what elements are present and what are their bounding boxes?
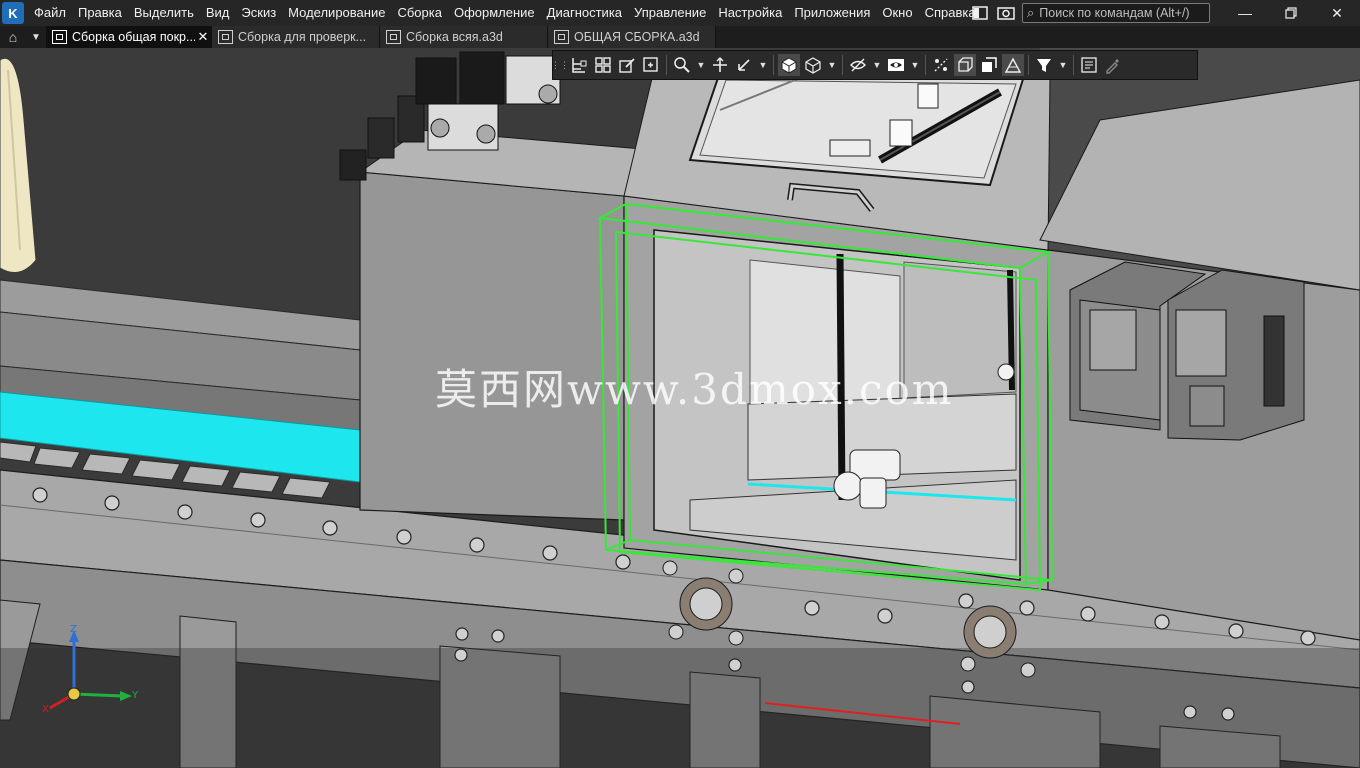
watermark-text: 莫西网www.3dmox.com bbox=[435, 365, 954, 414]
toolbar-separator bbox=[773, 55, 774, 75]
main-menu: Файл Правка Выделить Вид Эскиз Моделирование С… bbox=[28, 0, 982, 26]
search-icon: ⌕ bbox=[1027, 5, 1035, 20]
menu-item[interactable]: Выделить bbox=[128, 0, 200, 26]
home-icon[interactable]: ⌂ bbox=[0, 26, 26, 48]
assembly-file-icon bbox=[52, 30, 67, 44]
menu-item[interactable]: Файл bbox=[28, 0, 72, 26]
menu-item[interactable]: Окно bbox=[876, 0, 918, 26]
tab-document-2[interactable]: Сборка для проверк... bbox=[212, 26, 380, 48]
y-axis-label: Y bbox=[132, 690, 139, 701]
menu-item[interactable]: Сборка bbox=[391, 0, 448, 26]
section-icon[interactable] bbox=[930, 54, 952, 76]
perspective-icon[interactable] bbox=[1002, 54, 1024, 76]
tree-icon[interactable] bbox=[568, 54, 590, 76]
assembly-file-icon bbox=[554, 30, 569, 44]
wireframe-cube-icon[interactable] bbox=[802, 54, 824, 76]
toolbar-separator bbox=[842, 55, 843, 75]
eyedropper-icon[interactable] bbox=[1102, 54, 1124, 76]
rotate-dropdown-icon[interactable]: ▼ bbox=[756, 54, 770, 76]
menu-item[interactable]: Настройка bbox=[712, 0, 788, 26]
close-tab-icon[interactable]: ✕ bbox=[195, 29, 211, 45]
menu-item[interactable]: Диагностика bbox=[541, 0, 628, 26]
toolbar-separator bbox=[1073, 55, 1074, 75]
menu-item[interactable]: Оформление bbox=[448, 0, 541, 26]
menu-bar: K Файл Правка Выделить Вид Эскиз Моделировани… bbox=[0, 0, 1360, 26]
menu-item[interactable]: Правка bbox=[72, 0, 128, 26]
menu-item[interactable]: Приложения bbox=[788, 0, 876, 26]
close-window-button[interactable]: ✕ bbox=[1314, 0, 1360, 26]
edit-icon[interactable] bbox=[616, 54, 638, 76]
orientation-cube-icon[interactable] bbox=[778, 54, 800, 76]
z-axis-label: Z bbox=[70, 624, 77, 635]
filter-icon[interactable] bbox=[1033, 54, 1055, 76]
menu-item[interactable]: Управление bbox=[628, 0, 712, 26]
search-placeholder: Поиск по командам (Alt+/) bbox=[1039, 6, 1190, 20]
display-mode-dropdown-icon[interactable]: ▼ bbox=[825, 54, 839, 76]
hide-icon[interactable] bbox=[847, 54, 869, 76]
toolbar-separator bbox=[1028, 55, 1029, 75]
panel-toggle-icon[interactable] bbox=[970, 4, 990, 22]
view-toolbar: ⋮⋮ ▼ ▼ ▼ ▼ ▼ ▼ bbox=[551, 50, 1198, 80]
assembly-file-icon bbox=[218, 30, 233, 44]
app-logo-icon[interactable]: K bbox=[2, 2, 24, 24]
assembly-file-icon bbox=[386, 30, 401, 44]
toolbar-separator bbox=[666, 55, 667, 75]
tab-document-1[interactable]: Сборка общая покр... ✕ bbox=[46, 26, 212, 48]
tab-label: Сборка всяя.a3d bbox=[406, 30, 503, 44]
visibility-icon[interactable] bbox=[885, 54, 907, 76]
tab-label: Сборка общая покр... bbox=[72, 30, 195, 44]
properties-icon[interactable] bbox=[1078, 54, 1100, 76]
tab-list-dropdown-icon[interactable]: ▼ bbox=[26, 26, 46, 48]
box-view-icon[interactable] bbox=[954, 54, 976, 76]
visibility-dropdown-icon[interactable]: ▼ bbox=[908, 54, 922, 76]
screenshot-icon[interactable] bbox=[996, 4, 1016, 22]
tab-label: Сборка для проверк... bbox=[238, 30, 367, 44]
tab-bar-filler bbox=[716, 26, 1360, 48]
zoom-icon[interactable] bbox=[640, 54, 662, 76]
tab-document-3[interactable]: Сборка всяя.a3d bbox=[380, 26, 548, 48]
zoom-window-icon[interactable] bbox=[671, 54, 693, 76]
title-bar-controls: ⌕ Поиск по командам (Alt+/) — ✕ bbox=[970, 0, 1360, 26]
tab-label: ОБЩАЯ СБОРКА.a3d bbox=[574, 30, 700, 44]
axis-triad: Z Y X bbox=[36, 624, 146, 724]
maximize-button[interactable] bbox=[1268, 0, 1314, 26]
y-axis bbox=[73, 692, 123, 698]
zoom-dropdown-icon[interactable]: ▼ bbox=[694, 54, 708, 76]
menu-item[interactable]: Эскиз bbox=[235, 0, 282, 26]
rotate-icon[interactable] bbox=[733, 54, 755, 76]
tab-document-4[interactable]: ОБЩАЯ СБОРКА.a3d bbox=[548, 26, 716, 48]
toolbar-separator bbox=[925, 55, 926, 75]
minimize-button[interactable]: — bbox=[1222, 0, 1268, 26]
hide-dropdown-icon[interactable]: ▼ bbox=[870, 54, 884, 76]
filter-dropdown-icon[interactable]: ▼ bbox=[1056, 54, 1070, 76]
3d-viewport[interactable]: 莫西网www.3dmox.com Z Y X bbox=[0, 48, 1360, 768]
command-search-input[interactable]: ⌕ Поиск по командам (Alt+/) bbox=[1022, 3, 1210, 23]
x-axis-label: X bbox=[42, 704, 49, 715]
menu-item[interactable]: Вид bbox=[200, 0, 236, 26]
toolbar-grip-icon[interactable]: ⋮⋮ bbox=[551, 55, 569, 75]
shading-icon[interactable] bbox=[978, 54, 1000, 76]
layers-icon[interactable] bbox=[592, 54, 614, 76]
menu-item[interactable]: Моделирование bbox=[282, 0, 391, 26]
document-tab-bar: ⌂ ▼ Сборка общая покр... ✕ Сборка для пр… bbox=[0, 26, 1360, 48]
pan-icon[interactable] bbox=[709, 54, 731, 76]
